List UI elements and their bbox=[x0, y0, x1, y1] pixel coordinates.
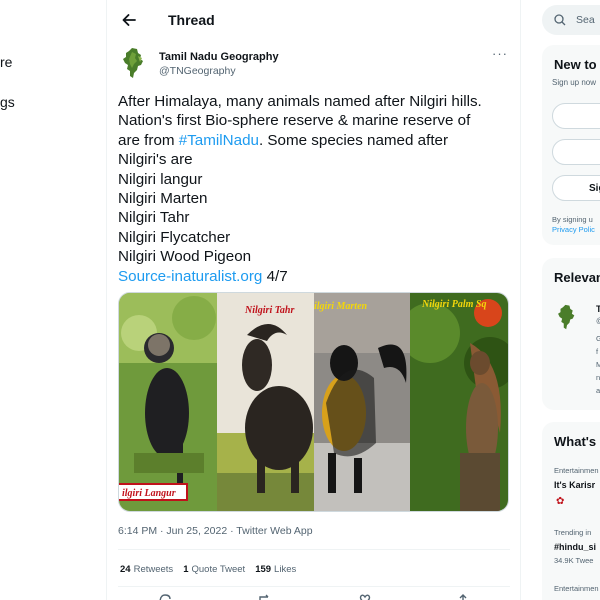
more-options-icon[interactable]: ··· bbox=[492, 46, 508, 61]
signup-card-subtitle: Sign up now bbox=[552, 78, 597, 87]
tweet-text-fragment: are from bbox=[118, 131, 179, 149]
trend-count: 34.9K Twee bbox=[554, 556, 594, 565]
tweet-text: After Himalaya, many animals named after… bbox=[118, 92, 510, 286]
tweet-line: Source-inaturalist.org 4/7 bbox=[118, 267, 510, 286]
likes-label: Likes bbox=[274, 564, 297, 575]
tweet-line: are from #TamilNadu. Some species named … bbox=[118, 131, 510, 150]
relevant-card-title: Relevan bbox=[554, 270, 600, 285]
signup-email-button[interactable]: Sig bbox=[552, 175, 600, 201]
arrow-left-icon bbox=[122, 14, 136, 26]
quotes-label: Quote Tweet bbox=[191, 564, 246, 575]
signup-apple-button[interactable] bbox=[552, 139, 600, 165]
signup-card: New to Sign up now Sig By signing u Priv… bbox=[542, 45, 600, 245]
tweet-text-fragment: . Some species named after bbox=[258, 131, 449, 149]
tweet-actions bbox=[118, 594, 510, 600]
signup-button-label: Sig bbox=[589, 183, 600, 194]
squirrel-caption: Nilgiri Palm Sq bbox=[421, 299, 486, 310]
tweet-line: Nilgiri Flycatcher bbox=[118, 228, 231, 246]
search-icon bbox=[554, 14, 566, 26]
retweets-count: 24 bbox=[120, 564, 131, 575]
back-button[interactable] bbox=[119, 10, 139, 30]
trend-category: Entertainmen bbox=[554, 466, 599, 475]
tweet-media[interactable]: ilgiri Langur Nilgiri Tahr ilgiri Marten… bbox=[118, 292, 509, 512]
thread-counter: 4/7 bbox=[262, 267, 288, 285]
nav-item-explore[interactable]: re bbox=[0, 54, 12, 70]
quotes-count: 1 bbox=[183, 564, 189, 575]
right-sidebar: Sea New to Sign up now Sig By signing u … bbox=[530, 0, 600, 600]
tweet-author: Tamil Nadu Geography @TNGeography ··· bbox=[118, 40, 510, 92]
tamil-nadu-map-icon bbox=[123, 48, 143, 78]
relevant-bio-fragment: G bbox=[596, 334, 600, 343]
tweet-line: Nilgiri Wood Pigeon bbox=[118, 248, 252, 266]
relevant-avatar[interactable] bbox=[554, 302, 580, 332]
retweets-stat[interactable]: 24 Retweets bbox=[120, 564, 173, 575]
privacy-policy-link[interactable]: Privacy Polic bbox=[552, 225, 595, 234]
trend-category: Entertainmen bbox=[554, 584, 599, 593]
quote-tweets-stat[interactable]: 1 Quote Tweet bbox=[183, 564, 245, 575]
relevant-handle[interactable]: @ bbox=[596, 316, 600, 325]
tweet-line: Nation's first Bio-sphere reserve & mari… bbox=[118, 112, 471, 130]
like-icon[interactable] bbox=[358, 594, 372, 600]
author-names: Tamil Nadu Geography @TNGeography bbox=[159, 50, 279, 78]
user-handle[interactable]: @TNGeography bbox=[159, 65, 279, 78]
divider bbox=[118, 549, 510, 550]
left-navigation: re gs bbox=[0, 0, 106, 600]
display-name[interactable]: Tamil Nadu Geography bbox=[159, 50, 279, 64]
tweet-line: Nilgiri Marten bbox=[118, 190, 208, 208]
tweet-line: Nilgiri langur bbox=[118, 170, 203, 188]
retweets-label: Retweets bbox=[133, 564, 174, 575]
relevant-bio-fragment: n bbox=[596, 373, 600, 382]
trends-card-title: What's bbox=[554, 434, 597, 449]
page-title: Thread bbox=[168, 12, 215, 28]
main-column: Thread Tamil Nadu Geography @TNGeography… bbox=[107, 0, 520, 600]
tweet: Tamil Nadu Geography @TNGeography ··· Af… bbox=[118, 40, 510, 600]
nilgiri-palm-squirrel-image[interactable]: Nilgiri Palm Sq bbox=[409, 293, 508, 511]
source-link[interactable]: Source-inaturalist.org bbox=[118, 268, 262, 285]
langur-caption: ilgiri Langur bbox=[122, 488, 176, 499]
search-input[interactable]: Sea bbox=[542, 5, 600, 35]
relevant-bio-fragment: M bbox=[596, 360, 600, 369]
trend-name[interactable]: It's Karisr bbox=[554, 480, 595, 490]
nilgiri-marten-image[interactable]: ilgiri Marten bbox=[314, 293, 410, 511]
relevant-bio-fragment: a bbox=[596, 386, 600, 395]
hashtag-link[interactable]: #TamilNadu bbox=[179, 132, 259, 149]
tweet-timestamp[interactable]: 6:14 PM · Jun 25, 2022 · Twitter Web App bbox=[118, 525, 313, 537]
nilgiri-tahr-image[interactable]: Nilgiri Tahr bbox=[216, 293, 314, 511]
nilgiri-langur-image[interactable]: ilgiri Langur bbox=[119, 293, 217, 511]
trends-card: What's Entertainmen It's Karisr ✿ Trendi… bbox=[542, 422, 600, 600]
tweet-stats: 24 Retweets 1 Quote Tweet 159 Likes bbox=[120, 564, 296, 575]
signup-card-title: New to bbox=[554, 57, 597, 72]
twitter-thread-page: re gs Thread Tamil Nadu Geography @TNGeo… bbox=[0, 0, 600, 600]
trend-name[interactable]: #hindu_si bbox=[554, 542, 596, 552]
reply-icon[interactable] bbox=[158, 594, 172, 600]
relevant-bio-fragment: f bbox=[596, 347, 599, 356]
trend-emoji: ✿ bbox=[556, 496, 565, 507]
tweet-line: After Himalaya, many animals named after… bbox=[118, 93, 482, 110]
retweet-icon[interactable] bbox=[258, 594, 272, 600]
divider bbox=[118, 586, 510, 587]
trend-category: Trending in bbox=[554, 528, 592, 537]
tweet-line: Nilgiri's are bbox=[118, 151, 193, 169]
likes-stat[interactable]: 159 Likes bbox=[255, 564, 296, 575]
marten-caption: ilgiri Marten bbox=[314, 301, 368, 312]
relevant-name[interactable]: T bbox=[596, 304, 600, 314]
tahr-caption: Nilgiri Tahr bbox=[244, 305, 294, 316]
divider bbox=[520, 0, 521, 600]
terms-text: By signing u bbox=[552, 215, 593, 224]
share-icon[interactable] bbox=[456, 594, 470, 600]
nav-item-settings[interactable]: gs bbox=[0, 94, 15, 110]
relevant-people-card: Relevan T @ G f M n a bbox=[542, 258, 600, 410]
tweet-line: Nilgiri Tahr bbox=[118, 209, 190, 227]
likes-count: 159 bbox=[255, 564, 272, 575]
avatar[interactable] bbox=[118, 46, 150, 80]
signup-google-button[interactable] bbox=[552, 103, 600, 129]
search-placeholder: Sea bbox=[576, 14, 595, 26]
thread-header: Thread bbox=[107, 0, 520, 40]
